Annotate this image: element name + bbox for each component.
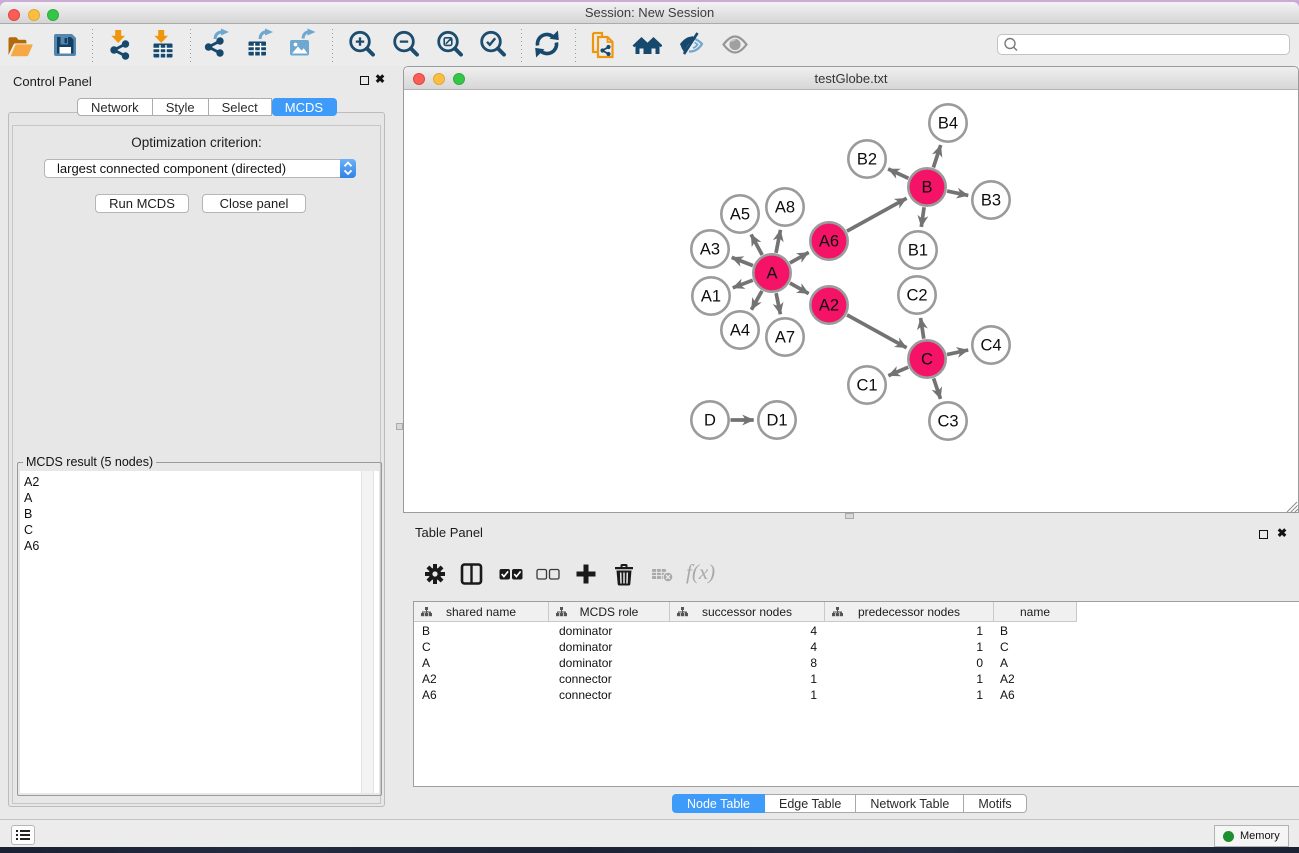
svg-text:B: B — [921, 179, 932, 197]
svg-text:B4: B4 — [938, 115, 958, 133]
svg-text:C4: C4 — [980, 337, 1001, 355]
svg-text:B1: B1 — [908, 242, 928, 260]
svg-text:A4: A4 — [730, 322, 750, 340]
svg-text:A6: A6 — [819, 233, 839, 251]
svg-text:A2: A2 — [819, 297, 839, 315]
svg-text:B2: B2 — [857, 151, 877, 169]
svg-text:C1: C1 — [856, 377, 877, 395]
svg-text:A3: A3 — [700, 241, 720, 259]
svg-text:A5: A5 — [730, 206, 750, 224]
svg-text:D: D — [704, 412, 716, 430]
svg-text:B3: B3 — [981, 192, 1001, 210]
svg-text:A: A — [766, 265, 777, 283]
svg-text:A1: A1 — [701, 288, 721, 306]
svg-text:C2: C2 — [906, 287, 927, 305]
svg-text:A7: A7 — [775, 329, 795, 347]
svg-text:D1: D1 — [766, 412, 787, 430]
svg-text:A8: A8 — [775, 199, 795, 217]
svg-text:C3: C3 — [937, 413, 958, 431]
svg-text:C: C — [921, 351, 933, 369]
